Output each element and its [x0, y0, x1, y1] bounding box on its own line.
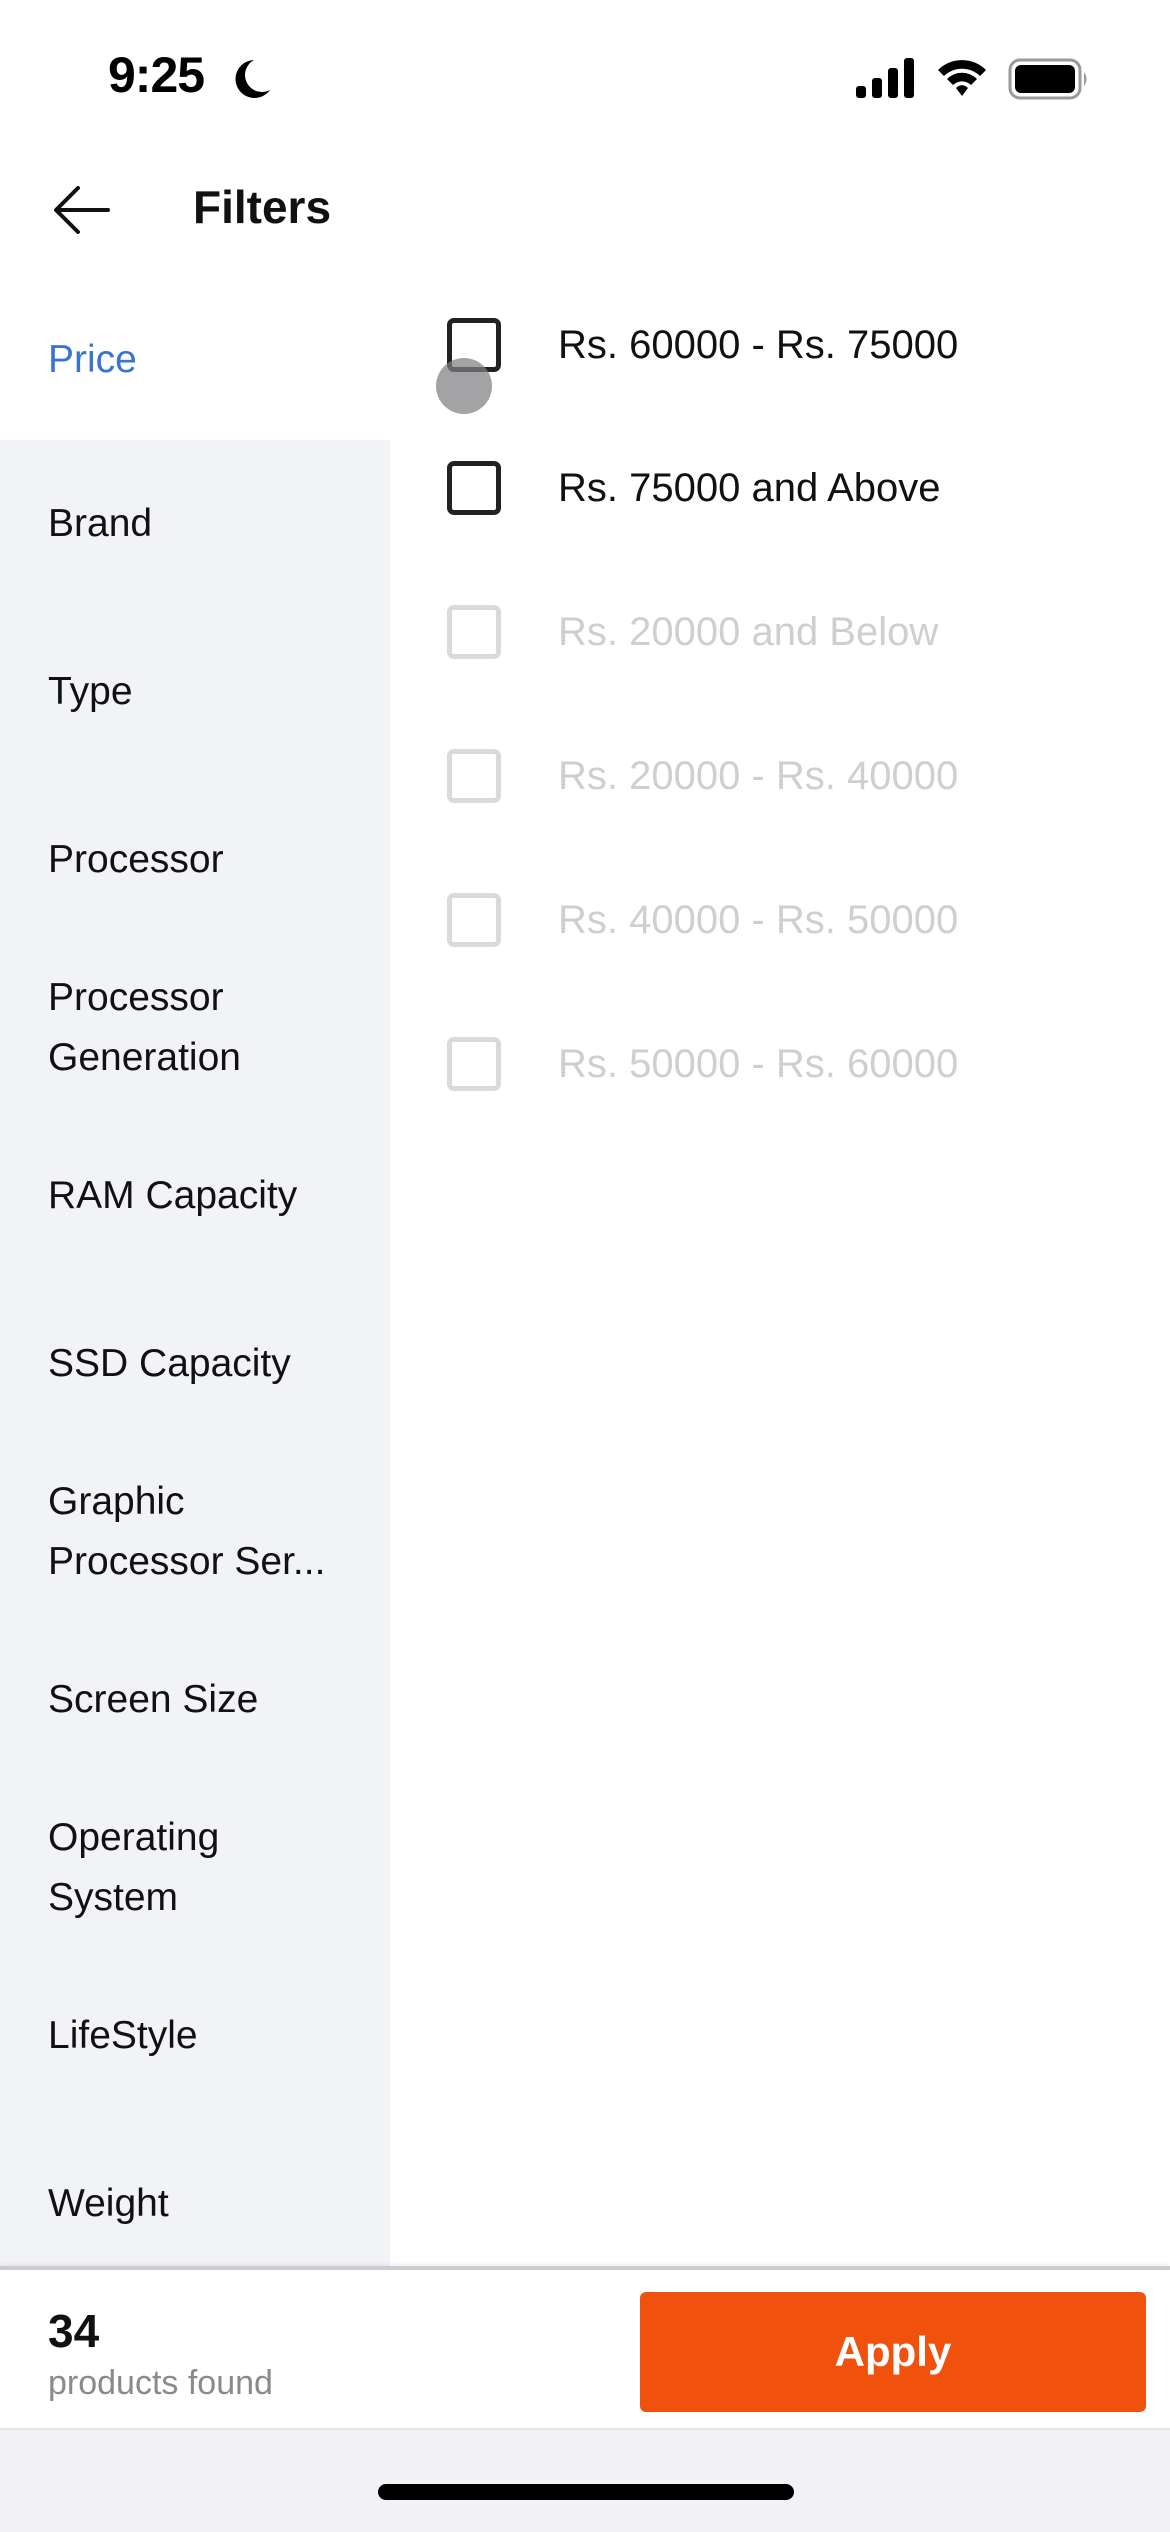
sidebar-item-ram-capacity[interactable]: RAM Capacity — [0, 1112, 390, 1280]
price-option-disabled: Rs. 50000 - Rs. 60000 — [390, 999, 1170, 1129]
option-label: Rs. 20000 and Below — [558, 609, 939, 654]
sidebar-item-label: Processor Generation — [48, 976, 241, 1079]
checkbox[interactable] — [447, 461, 501, 515]
arrow-left-icon — [54, 186, 110, 234]
price-option[interactable]: Rs. 75000 and Above — [390, 423, 1170, 553]
apply-button[interactable]: Apply — [640, 2292, 1146, 2412]
back-button[interactable] — [50, 180, 120, 240]
price-options-list: Rs. 60000 - Rs. 75000 Rs. 75000 and Abov… — [390, 280, 1170, 2268]
sidebar-item-label: Weight — [48, 2182, 169, 2225]
filter-category-sidebar: Price Brand Type Processor Processor Gen… — [0, 280, 390, 2268]
option-label: Rs. 20000 - Rs. 40000 — [558, 753, 959, 798]
sidebar-item-label: Price — [48, 338, 137, 381]
sidebar-item-lifestyle[interactable]: LifeStyle — [0, 1952, 390, 2120]
sidebar-item-screen-size[interactable]: Screen Size — [0, 1616, 390, 1784]
bottom-bar: 34 products found Apply — [0, 2266, 1170, 2428]
header: Filters — [0, 150, 1170, 280]
signal-icon — [856, 58, 914, 98]
checkbox — [447, 605, 501, 659]
sidebar-item-label: Operating System — [48, 1816, 220, 1919]
sidebar-item-brand[interactable]: Brand — [0, 440, 390, 608]
sidebar-item-price[interactable]: Price — [0, 280, 390, 440]
sidebar-item-graphic-processor-series[interactable]: Graphic Processor Ser... — [0, 1448, 390, 1616]
product-count-label: products found — [48, 2364, 273, 2402]
price-option-disabled: Rs. 20000 and Below — [390, 567, 1170, 697]
sidebar-item-type[interactable]: Type — [0, 608, 390, 776]
product-count: 34 — [48, 2305, 100, 2357]
sidebar-item-weight[interactable]: Weight — [0, 2120, 390, 2268]
home-indicator-area — [0, 2428, 1170, 2532]
option-label: Rs. 40000 - Rs. 50000 — [558, 897, 959, 942]
sidebar-item-label: SSD Capacity — [48, 1342, 291, 1385]
sidebar-item-label: LifeStyle — [48, 2014, 198, 2057]
sidebar-item-processor-generation[interactable]: Processor Generation — [0, 944, 390, 1112]
option-label: Rs. 60000 - Rs. 75000 — [558, 322, 959, 367]
sidebar-item-label: Brand — [48, 502, 153, 545]
moon-icon — [235, 60, 270, 98]
option-label: Rs. 75000 and Above — [558, 465, 941, 510]
home-indicator[interactable] — [378, 2484, 794, 2500]
checkbox — [447, 749, 501, 803]
sidebar-item-label: RAM Capacity — [48, 1174, 298, 1217]
wifi-icon — [938, 60, 986, 96]
sidebar-item-processor[interactable]: Processor — [0, 776, 390, 944]
checkbox — [447, 893, 501, 947]
battery-icon — [1008, 58, 1087, 100]
sidebar-item-label: Type — [48, 670, 133, 713]
sidebar-item-label: Graphic Processor Ser... — [48, 1480, 326, 1583]
price-option-disabled: Rs. 40000 - Rs. 50000 — [390, 855, 1170, 985]
page-title: Filters — [193, 181, 332, 233]
checkbox — [447, 1037, 501, 1091]
sidebar-item-operating-system[interactable]: Operating System — [0, 1784, 390, 1952]
sidebar-item-label: Screen Size — [48, 1678, 259, 1721]
filters-screen: 9:25 Filters Price Brand Type Processor … — [0, 0, 1170, 2532]
sidebar-item-ssd-capacity[interactable]: SSD Capacity — [0, 1280, 390, 1448]
touch-indicator — [436, 358, 492, 414]
price-option-disabled: Rs. 20000 - Rs. 40000 — [390, 711, 1170, 841]
option-label: Rs. 50000 - Rs. 60000 — [558, 1041, 959, 1086]
status-time: 9:25 — [108, 47, 205, 103]
price-option[interactable]: Rs. 60000 - Rs. 75000 — [390, 280, 1170, 410]
status-bar: 9:25 — [0, 0, 1170, 150]
sidebar-item-label: Processor — [48, 838, 224, 881]
